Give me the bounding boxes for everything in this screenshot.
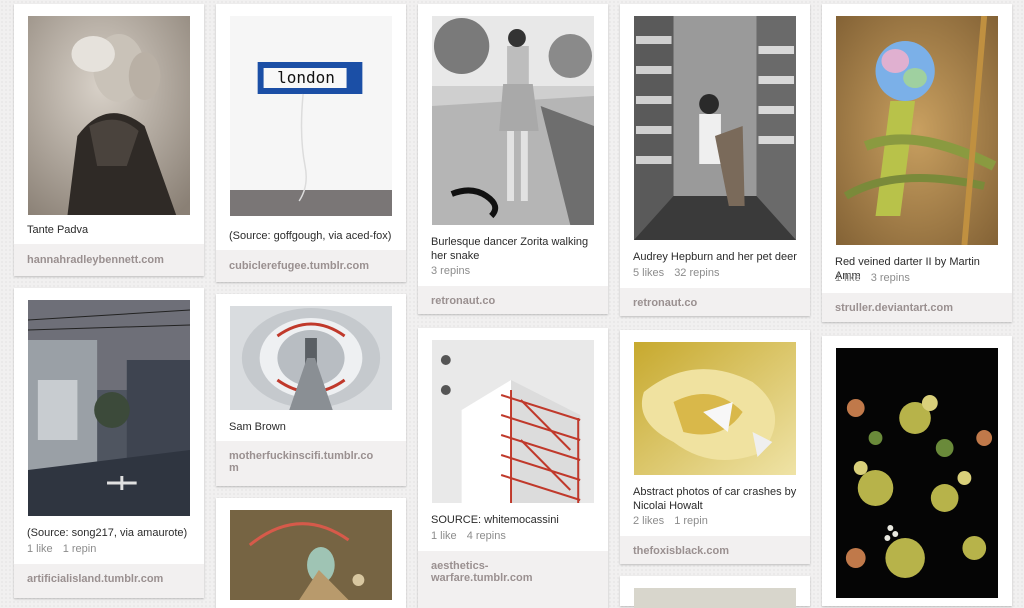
pin-image-street[interactable] [28,300,190,516]
likes-count[interactable]: 1 like [835,272,861,284]
pin-stats: 3 repins [431,265,595,277]
pin-card-zorita[interactable]: Burlesque dancer Zorita walking her snak… [418,4,608,314]
pin-stats: 5 likes 32 repins [633,267,797,279]
pin-source-link[interactable]: hannahradleybennett.com [27,254,164,266]
pin-image-darter[interactable] [836,16,998,245]
pin-description: Tante Padva [27,224,89,236]
pin-source[interactable]: struller.deviantart.com [822,293,1012,322]
pin-card-flowers[interactable] [822,336,1012,606]
london-sign-text: london [277,68,335,87]
pin-card-painting[interactable] [216,498,406,608]
pin-description: SOURCE: whitemocassini [431,514,559,526]
pin-card-tante-padva[interactable]: Tante Padva hannahradleybennett.com [14,4,204,276]
pin-card-london-sign[interactable]: london (Source: goffgough, via aced-fox)… [216,4,406,282]
pin-stats: 1 like 4 repins [431,530,595,542]
pin-source-link[interactable]: aesthetics- warfare.tumblr.com [431,560,595,584]
pin-source-link[interactable]: retronaut.co [633,297,697,309]
likes-count[interactable]: 5 likes [633,267,664,279]
pin-description: Burlesque dancer Zorita walking her snak… [431,236,589,262]
pin-source-link[interactable]: struller.deviantart.com [835,302,953,314]
pin-stats: 1 like 1 repin [27,543,191,555]
pin-image-stairs[interactable] [432,340,594,503]
pin-source-link[interactable]: thefoxisblack.com [633,545,729,557]
likes-count[interactable]: 1 like [27,543,53,555]
pin-source-line1: aesthetics- [431,560,489,572]
pin-image-partial[interactable] [634,588,796,608]
pin-card-hepburn[interactable]: Audrey Hepburn and her pet deer 5 likes 3… [620,4,810,316]
pin-source[interactable]: retronaut.co [418,286,608,314]
pin-image-corridor[interactable] [230,306,392,410]
likes-count[interactable]: 1 like [431,530,457,542]
pin-source-line1: motherfuckinscifi.tumblr.co [229,450,374,462]
pin-source-link[interactable]: motherfuckinscifi.tumblr.co m [229,450,393,474]
pin-image-london-sign[interactable]: london [230,16,392,216]
pin-stats: 2 likes 1 repin [633,515,797,527]
pin-source-link[interactable]: artificialisland.tumblr.com [27,573,163,585]
pin-description: Abstract photos of car crashes by Nicola… [633,486,797,512]
pin-stats: 1 like 3 repins [835,272,999,284]
repins-count[interactable]: 1 repin [63,543,97,555]
pin-source[interactable]: aesthetics- warfare.tumblr.com [418,551,608,608]
pin-card-partial[interactable] [620,576,810,608]
pin-source-link[interactable]: cubiclerefugee.tumblr.com [229,260,369,272]
pin-image-flowers[interactable] [836,348,998,598]
repins-count[interactable]: 1 repin [674,515,708,527]
pin-image-zorita[interactable] [432,16,594,225]
pin-image-crash[interactable] [634,342,796,475]
pin-source[interactable]: cubiclerefugee.tumblr.com [216,250,406,282]
pin-source-line2: m [229,462,239,474]
pin-source[interactable]: motherfuckinscifi.tumblr.co m [216,441,406,486]
pin-description: (Source: song217, via amaurote) [27,527,188,539]
repins-count[interactable]: 3 repins [871,272,910,284]
pin-description: Audrey Hepburn and her pet deer [633,251,797,263]
repins-count[interactable]: 3 repins [431,265,470,277]
pin-card-crash[interactable]: Abstract photos of car crashes by Nicola… [620,330,810,564]
pin-image-painting[interactable] [230,510,392,600]
likes-count[interactable]: 2 likes [633,515,664,527]
pin-image-portrait[interactable] [28,16,190,215]
pin-image-hepburn[interactable] [634,16,796,240]
pin-description: Sam Brown [229,421,286,433]
pin-source-line2: warfare.tumblr.com [431,572,533,584]
repins-count[interactable]: 32 repins [674,267,719,279]
pin-card-darter[interactable]: Red veined darter II by Martin Amm 1 lik… [822,4,1012,322]
pin-card-corridor[interactable]: Sam Brown motherfuckinscifi.tumblr.co m [216,294,406,486]
pin-source[interactable]: thefoxisblack.com [620,536,810,564]
pin-source[interactable]: retronaut.co [620,288,810,316]
pin-card-stairs[interactable]: SOURCE: whitemocassini 1 like 4 repins ae… [418,328,608,608]
pin-description: (Source: goffgough, via aced-fox) [229,230,392,242]
pin-source[interactable]: hannahradleybennett.com [14,244,204,276]
repins-count[interactable]: 4 repins [467,530,506,542]
pin-card-street[interactable]: (Source: song217, via amaurote) 1 like 1 … [14,288,204,598]
pin-source-link[interactable]: retronaut.co [431,295,495,307]
